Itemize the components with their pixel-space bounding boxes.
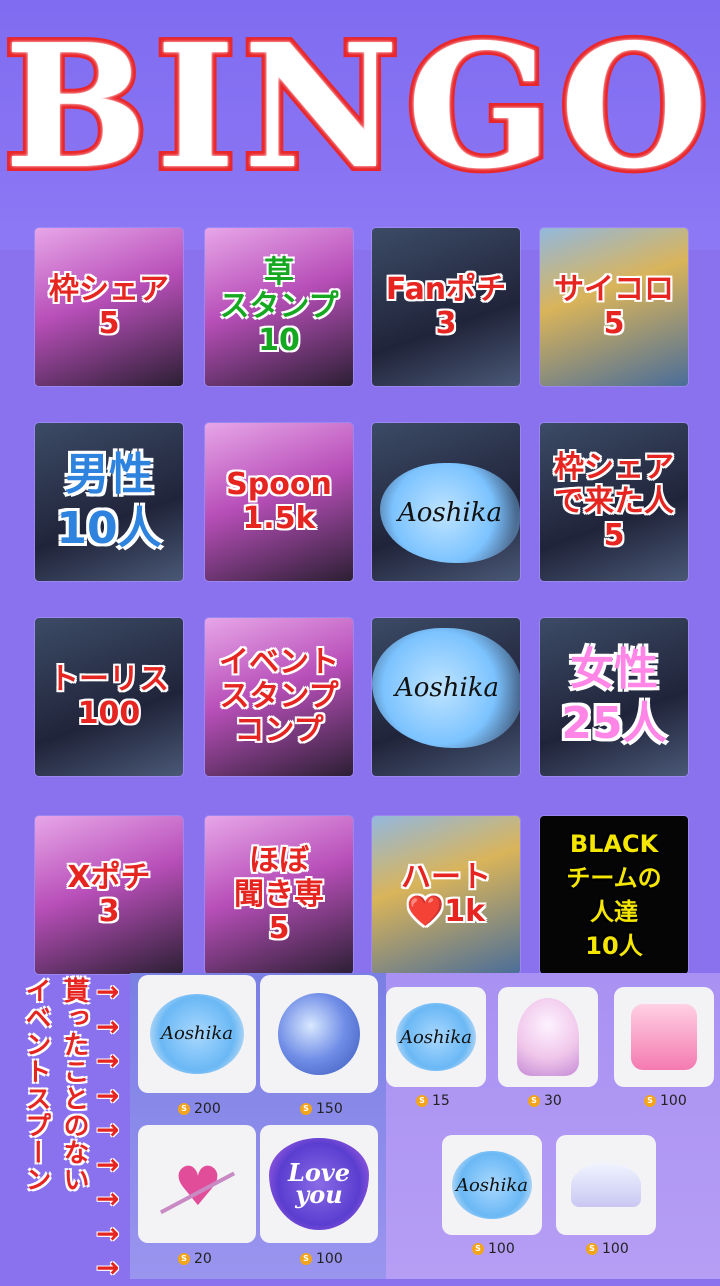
gift-price-value: 20 — [194, 1251, 212, 1267]
bingo-cell: 枠シェア 5 — [35, 228, 183, 386]
aoshika-stamp-icon: Aoshika — [396, 1003, 476, 1071]
bingo-cell: Aoshika — [372, 423, 520, 581]
tiara-icon — [571, 1163, 641, 1207]
gift-price-value: 150 — [316, 1101, 343, 1117]
gift-price-value: 30 — [544, 1093, 562, 1109]
gift-price-value: 100 — [660, 1093, 687, 1109]
bingo-cell-label: Spoon 1.5k — [226, 467, 332, 536]
gift-item[interactable] — [556, 1135, 656, 1235]
gift-item[interactable] — [614, 987, 714, 1087]
bingo-cell: 草 スタンプ 10 — [205, 228, 353, 386]
coin-icon: S — [300, 1253, 312, 1265]
coin-icon: S — [644, 1095, 656, 1107]
side-note-line1: 貰ったことのない — [59, 977, 89, 1193]
aoshika-stamp: Aoshika — [380, 463, 520, 563]
aoshika-stamp-icon: Aoshika — [149, 993, 245, 1075]
bingo-cell: BLACK チームの 人達 10人 — [540, 816, 688, 974]
coin-icon: S — [586, 1243, 598, 1255]
bingo-cell-label: イベント スタンプ コンプ — [219, 645, 339, 748]
gift-item[interactable]: Aoshika — [386, 987, 486, 1087]
gift-price: S 100 — [472, 1241, 515, 1257]
bingo-cell-label: 女性 25人 — [561, 644, 667, 749]
gift-item[interactable] — [260, 975, 378, 1093]
bingo-cell-label: 男性 10人 — [56, 449, 162, 554]
gift-price-value: 100 — [602, 1241, 629, 1257]
gift-item[interactable] — [498, 987, 598, 1087]
side-note: 貰ったことのない イベントスプーン → → → → → → → → → — [0, 973, 140, 1284]
gift-price: S 20 — [178, 1251, 212, 1267]
gift-panel-left: Aoshika S 200 S 150 S 20 Love you S 100 — [130, 973, 386, 1279]
gift-price: S 100 — [300, 1251, 343, 1267]
bingo-cell: トーリス 100 — [35, 618, 183, 776]
bingo-cell-label: 草 スタンプ 10 — [219, 255, 339, 358]
bingo-cell: Aoshika — [372, 618, 520, 776]
gift-price: S 100 — [586, 1241, 629, 1257]
bingo-cell-label: BLACK チームの 人達 10人 — [566, 830, 662, 960]
gift-item[interactable]: Aoshika — [442, 1135, 542, 1235]
bingo-cell-label: ハート ❤️1k — [401, 860, 491, 929]
bingo-cell-label: トーリス 100 — [49, 662, 169, 731]
gift-price-value: 100 — [316, 1251, 343, 1267]
aoshika-stamp: Aoshika — [372, 628, 520, 748]
cake-icon — [631, 1004, 697, 1070]
bingo-cell-label: 枠シェア で来た人 5 — [554, 450, 674, 553]
bingo-cell-label: 枠シェア 5 — [49, 272, 169, 341]
aoshika-stamp-icon: Aoshika — [452, 1151, 532, 1219]
bingo-cell: 男性 10人 — [35, 423, 183, 581]
bingo-cell: Fanポチ 3 — [372, 228, 520, 386]
coin-icon: S — [472, 1243, 484, 1255]
bingo-cell-label: Xポチ 3 — [67, 860, 151, 929]
gift-price-value: 100 — [488, 1241, 515, 1257]
love-you-heart-icon: Love you — [269, 1137, 369, 1231]
bingo-cell-label: Fanポチ 3 — [385, 272, 507, 341]
bingo-cell: ほぼ 聞き専 5 — [205, 816, 353, 974]
globe-icon — [517, 998, 579, 1076]
coin-icon: S — [178, 1103, 190, 1115]
coin-icon: S — [528, 1095, 540, 1107]
bingo-cell-label: サイコロ 5 — [554, 272, 674, 341]
gift-price: S 30 — [528, 1093, 562, 1109]
bingo-cell: Xポチ 3 — [35, 816, 183, 974]
coin-icon: S — [178, 1253, 190, 1265]
bingo-cell: ハート ❤️1k — [372, 816, 520, 974]
gift-price: S 200 — [178, 1101, 221, 1117]
bingo-cell-label: ほぼ 聞き専 5 — [234, 843, 324, 946]
gift-item[interactable]: Aoshika — [138, 975, 256, 1093]
bingo-cell: イベント スタンプ コンプ — [205, 618, 353, 776]
bingo-cell: Spoon 1.5k — [205, 423, 353, 581]
gift-item[interactable] — [138, 1125, 256, 1243]
bingo-grid: 枠シェア 5 草 スタンプ 10 Fanポチ 3 サイコロ 5 男性 10人 Spoon … — [30, 228, 690, 974]
arrow-icon — [156, 1149, 239, 1220]
bingo-cell: 枠シェア で来た人 5 — [540, 423, 688, 581]
gift-price: S 15 — [416, 1093, 450, 1109]
bouquet-icon — [277, 992, 361, 1076]
bingo-cell: 女性 25人 — [540, 618, 688, 776]
side-note-line2: イベントスプーン — [21, 977, 51, 1193]
bingo-title: BINGO — [0, 7, 716, 207]
gift-item[interactable]: Love you — [260, 1125, 378, 1243]
gift-panel-right: Aoshika S 15 S 30 S 100 Aoshika S 100 S 100 — [386, 973, 720, 1279]
coin-icon: S — [300, 1103, 312, 1115]
gift-price: S 150 — [300, 1101, 343, 1117]
coin-icon: S — [416, 1095, 428, 1107]
gift-price: S 100 — [644, 1093, 687, 1109]
bingo-cell: サイコロ 5 — [540, 228, 688, 386]
gift-price-value: 200 — [194, 1101, 221, 1117]
gift-price-value: 15 — [432, 1093, 450, 1109]
